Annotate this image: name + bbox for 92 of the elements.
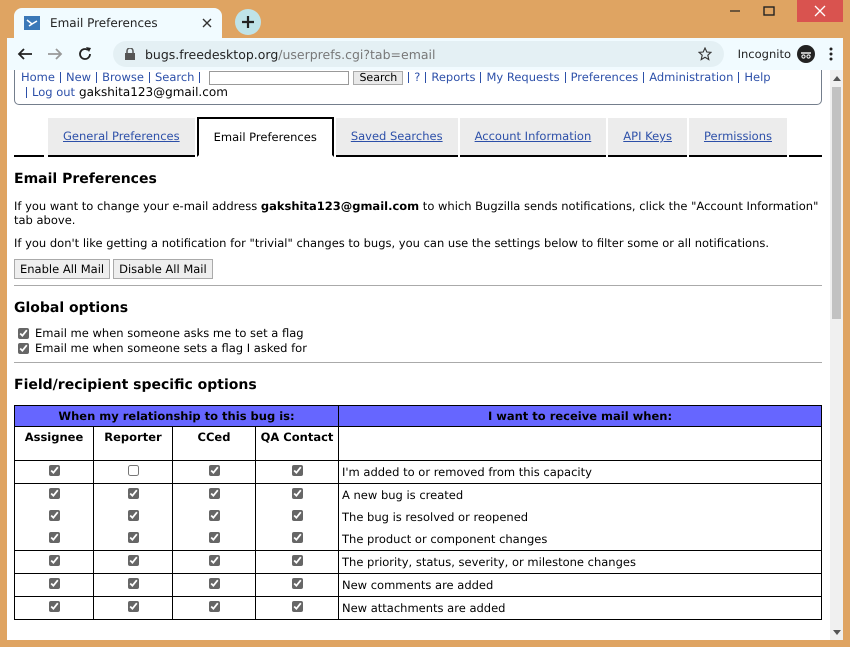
tab[interactable]: Email Preferences (196, 117, 334, 157)
star-icon[interactable] (698, 47, 712, 61)
event-label: A new bug is created (342, 488, 464, 502)
forward-arrow-icon[interactable] (47, 46, 63, 62)
checkbox[interactable] (208, 578, 220, 589)
checkbox[interactable] (128, 601, 138, 612)
checkbox[interactable] (18, 328, 29, 339)
user-email: gakshita123@gmail.com (79, 85, 228, 100)
table-header: When my relationship to this bug is: (14, 406, 338, 426)
checkbox[interactable] (18, 343, 29, 354)
menu-icon[interactable] (829, 47, 833, 61)
checkbox[interactable] (208, 465, 220, 476)
back-arrow-icon[interactable] (17, 46, 33, 62)
column-header: Reporter (94, 426, 172, 460)
profile-label: Incognito (738, 47, 791, 61)
nav-link[interactable]: ? (414, 70, 420, 85)
checkbox[interactable] (48, 510, 60, 521)
nav-link[interactable]: Help (744, 70, 771, 85)
logout-link[interactable]: Log out (32, 85, 76, 100)
checkbox[interactable] (292, 465, 302, 476)
section-heading: Email Preferences (14, 171, 158, 187)
scrollbar[interactable] (830, 70, 843, 640)
close-icon[interactable] (202, 18, 212, 28)
nav-link[interactable]: My Requests (486, 70, 560, 85)
checkbox[interactable] (128, 532, 138, 543)
checkbox[interactable] (292, 510, 302, 521)
checkbox[interactable] (292, 555, 302, 566)
checkbox[interactable] (128, 488, 138, 499)
scrollbar-thumb[interactable] (832, 87, 841, 319)
event-label: The bug is resolved or reopened (342, 510, 528, 524)
checkbox[interactable] (48, 465, 60, 476)
url-text: bugs.freedesktop.org/userprefs.cgi?tab=email (145, 46, 436, 62)
bug-site-icon (24, 16, 40, 30)
event-label: The product or component changes (342, 532, 548, 546)
checkbox[interactable] (292, 601, 302, 612)
tab[interactable]: Saved Searches (336, 118, 458, 157)
lock-icon (125, 48, 135, 60)
checkbox[interactable] (48, 578, 60, 589)
checkbox[interactable] (208, 532, 220, 543)
mail-toggle-button[interactable]: Disable All Mail (113, 259, 213, 279)
checkbox[interactable] (128, 465, 138, 476)
event-label: The priority, status, severity, or milestone changes (342, 555, 636, 569)
reload-icon[interactable] (77, 46, 93, 62)
maximize-icon[interactable] (763, 5, 775, 17)
checkbox[interactable] (128, 510, 138, 521)
info-paragraph: If you want to change your e-mail address gakshita123@gmail.com to which Bugzilla sends notifications, click the "Account Information" tab above. (14, 199, 820, 227)
nav-link[interactable]: Browse (102, 70, 144, 85)
nav-link[interactable]: Home (21, 70, 55, 85)
nav-link[interactable]: Administration (649, 70, 734, 85)
search-field[interactable] (209, 70, 350, 84)
column-header: QA Contact (256, 426, 338, 460)
nav-link[interactable]: Search (154, 70, 194, 85)
checkbox[interactable] (48, 488, 60, 499)
checkbox[interactable] (48, 555, 60, 566)
nav-link[interactable]: Preferences (570, 70, 638, 85)
option-label: Email me when someone asks me to set a flag (35, 326, 304, 341)
checkbox[interactable] (292, 488, 302, 499)
scroll-down-icon[interactable] (832, 630, 840, 635)
section-heading: Global options (14, 300, 130, 316)
tab[interactable]: General Preferences (48, 118, 195, 157)
event-label: New attachments are added (342, 601, 506, 615)
checkbox[interactable] (208, 555, 220, 566)
section-heading: Field/recipient specific options (14, 377, 258, 393)
column-header: CCed (172, 426, 256, 460)
tab[interactable]: Account Information (460, 118, 606, 157)
nav-link[interactable]: Reports (431, 70, 476, 85)
checkbox[interactable] (48, 601, 60, 612)
search-button[interactable]: Search (353, 70, 404, 84)
event-label: New comments are added (342, 578, 494, 592)
tab[interactable]: Permissions (688, 118, 787, 157)
mail-toggle-button[interactable]: Enable All Mail (14, 259, 110, 279)
checkbox[interactable] (208, 510, 220, 521)
checkbox[interactable] (128, 578, 138, 589)
checkbox[interactable] (208, 488, 220, 499)
tab-title: Email Preferences (50, 16, 159, 30)
nav-link[interactable]: New (66, 70, 92, 85)
table-header: I want to receive mail when: (338, 406, 822, 426)
browser-tab[interactable]: Email Preferences (14, 8, 222, 38)
checkbox[interactable] (128, 555, 138, 566)
option-label: Email me when someone sets a flag I asked for (35, 341, 307, 356)
tab[interactable]: API Keys (608, 118, 687, 157)
event-label: I'm added to or removed from this capacity (342, 465, 592, 479)
scroll-up-icon[interactable] (832, 76, 840, 81)
checkbox[interactable] (208, 601, 220, 612)
address-bar[interactable]: bugs.freedesktop.org/userprefs.cgi?tab=email (113, 41, 724, 67)
checkbox[interactable] (292, 532, 302, 543)
checkbox[interactable] (48, 532, 60, 543)
column-header: Assignee (14, 426, 94, 460)
plus-icon[interactable] (235, 9, 261, 35)
incognito-icon[interactable] (797, 45, 815, 63)
checkbox[interactable] (292, 578, 302, 589)
info-paragraph: If you don't like getting a notification for "trivial" changes to bugs, you can use the settings below to filter some or all notifications. (14, 236, 770, 250)
